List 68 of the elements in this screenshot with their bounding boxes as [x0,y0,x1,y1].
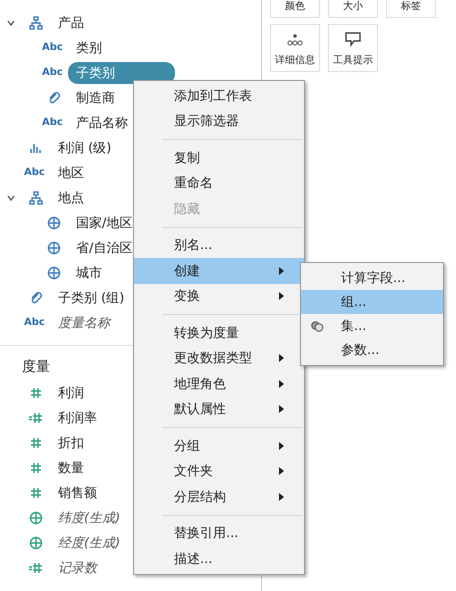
menu-item[interactable]: 重命名 [134,170,304,196]
paperclip-icon [47,90,61,104]
menu-item[interactable]: 计算字段... [301,266,443,290]
string-type-icon: Abc [24,167,48,178]
paperclip-icon [29,290,43,304]
menu-item[interactable]: 转换为度量 [134,320,304,346]
measure-field[interactable]: 销售额 [56,482,105,504]
menu-item[interactable]: 复制 [134,145,304,170]
hierarchy-icon [29,16,43,30]
dimension-field[interactable]: 地点 [56,186,92,208]
dimension-field[interactable]: 子类别 [68,62,175,84]
dimension-field[interactable]: 类别 [74,36,110,58]
dimension-field[interactable]: 子类别 (组) [56,286,132,308]
measures-heading: 度量 [22,358,50,377]
string-type-icon: Abc [24,317,48,328]
marks-card-button[interactable]: 标签 [386,0,436,18]
menu-item[interactable]: 显示筛选器 [134,108,304,134]
globe-icon [29,510,43,524]
string-type-icon: Abc [42,67,66,78]
globe-icon [47,216,61,230]
number-icon [29,436,43,450]
number-icon [29,486,43,500]
marks-card-button[interactable]: 工具提示 [328,24,378,72]
number-icon [29,460,43,474]
menu-item[interactable]: 分层结构 [134,484,304,510]
dots-icon [286,33,304,47]
measure-field[interactable]: 纬度(生成) [56,506,128,528]
dimension-field[interactable]: 度量名称 [56,312,118,334]
menu-item[interactable]: 组... [301,290,443,314]
dimension-field[interactable]: 产品名称 [74,112,136,134]
globe-icon [47,240,61,254]
menu-item[interactable]: 变换 [134,284,304,309]
menu-item[interactable]: 更改数据类型 [134,346,304,371]
dimension-field[interactable]: 产品 [56,12,92,34]
hierarchy-icon [29,190,43,204]
set-icon [311,320,324,332]
measure-field[interactable]: 利润率 [56,406,105,428]
dimension-field[interactable]: 地区 [56,162,92,184]
dimension-field[interactable]: 利润 (级) [56,136,120,158]
marks-card-button[interactable]: 详细信息 [270,24,320,72]
menu-item[interactable]: 地理角色 [134,371,304,396]
speech-bubble-icon [344,31,362,47]
menu-item[interactable]: 描述... [134,546,304,572]
measure-field[interactable]: 记录数 [56,556,105,578]
dimension-field[interactable]: 制造商 [74,86,123,108]
menu-item[interactable]: 集... [301,314,443,338]
measure-field[interactable]: 折扣 [56,432,92,454]
menu-item[interactable]: 创建 [134,258,304,284]
menu-item[interactable]: 文件夹 [134,458,304,484]
globe-icon [47,266,61,280]
menu-item[interactable]: 添加到工作表 [134,83,304,108]
measure-field[interactable]: 利润 [56,382,92,404]
measure-field[interactable]: 数量 [56,456,92,478]
string-type-icon: Abc [42,117,66,128]
menu-item[interactable]: 分组 [134,433,304,458]
marks-card-button[interactable]: 颜色 [270,0,320,18]
menu-item[interactable]: 默认属性 [134,396,304,422]
calculated-number-icon [29,410,43,424]
string-type-icon: Abc [42,42,66,53]
menu-item[interactable]: 参数... [301,338,443,362]
calculated-number-icon [29,560,43,574]
measure-field[interactable]: 经度(生成) [56,532,128,554]
globe-icon [29,536,43,550]
menu-item[interactable]: 替换引用... [134,520,304,546]
dimension-field[interactable]: 城市 [74,262,110,284]
number-icon [29,386,43,400]
menu-item[interactable]: 别名... [134,232,304,258]
marks-card-button[interactable]: 大小 [328,0,378,18]
